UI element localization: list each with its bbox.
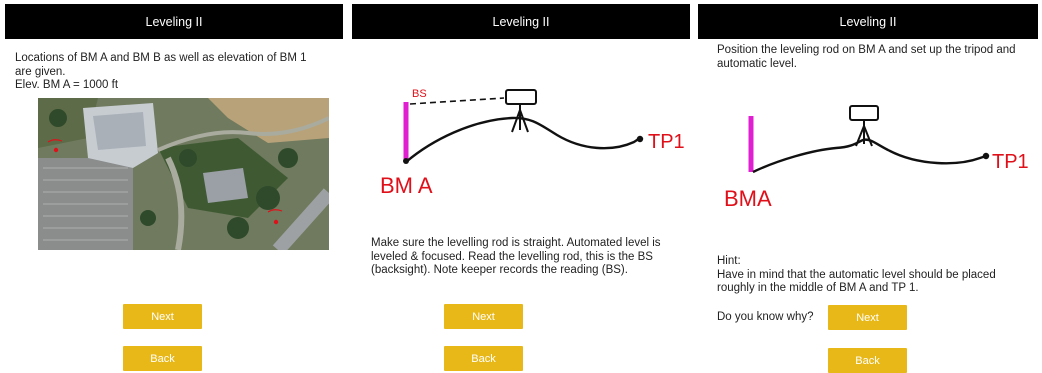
bma-label: BM A: [380, 173, 433, 198]
text-line: Make sure the levelling rod is straight.…: [371, 237, 661, 249]
panel-1: Leveling II Locations of BM A and BM B a…: [5, 0, 343, 373]
text-line: roughly in the middle of BM A and TP 1.: [717, 282, 919, 294]
question-text: Do you know why?: [717, 311, 814, 323]
next-button[interactable]: Next: [444, 304, 523, 329]
panel-title: Leveling II: [352, 4, 690, 39]
text-line: Position the leveling rod on BM A and se…: [717, 44, 1016, 56]
back-button[interactable]: Back: [123, 346, 202, 371]
panel-3: Leveling II Position the leveling rod on…: [698, 0, 1038, 373]
text-line: (backsight). Note keeper records the rea…: [371, 264, 628, 276]
instructions-text: Locations of BM A and BM B as well as el…: [15, 52, 345, 93]
satellite-map-image: [38, 98, 329, 250]
next-button[interactable]: Next: [123, 304, 202, 329]
text-line: automatic level.: [717, 57, 797, 70]
hint-title: Hint:: [717, 255, 741, 267]
leveling-sketch-setup: BMA TP1: [724, 105, 1029, 211]
hint-text: Hint: Have in mind that the automatic le…: [717, 255, 1037, 296]
instructions-text: Position the leveling rod on BM A and se…: [717, 44, 1037, 71]
next-button[interactable]: Next: [828, 305, 907, 330]
bma-label: BMA: [724, 186, 772, 211]
instructions-text: Make sure the levelling rod is straight.…: [371, 237, 691, 278]
leveling-sketch-backsight: BS BM A TP1: [380, 88, 685, 198]
tp1-label: TP1: [648, 131, 685, 153]
back-button[interactable]: Back: [828, 348, 907, 373]
panel-title: Leveling II: [5, 4, 343, 39]
text-line: Elev. BM A = 1000 ft: [15, 79, 119, 91]
text-line: are given.: [15, 65, 66, 78]
tp1-label: TP1: [992, 151, 1029, 173]
text-line: Have in mind that the automatic level sh…: [717, 268, 996, 281]
text-line: Locations of BM A and BM B as well as el…: [15, 52, 307, 64]
bs-label: BS: [412, 88, 427, 100]
text-line: leveled & focused. Read the levelling ro…: [371, 250, 653, 263]
panel-2: Leveling II BS BM A TP1 Make sure the le…: [352, 0, 690, 373]
panel-title: Leveling II: [698, 4, 1038, 39]
back-button[interactable]: Back: [444, 346, 523, 371]
